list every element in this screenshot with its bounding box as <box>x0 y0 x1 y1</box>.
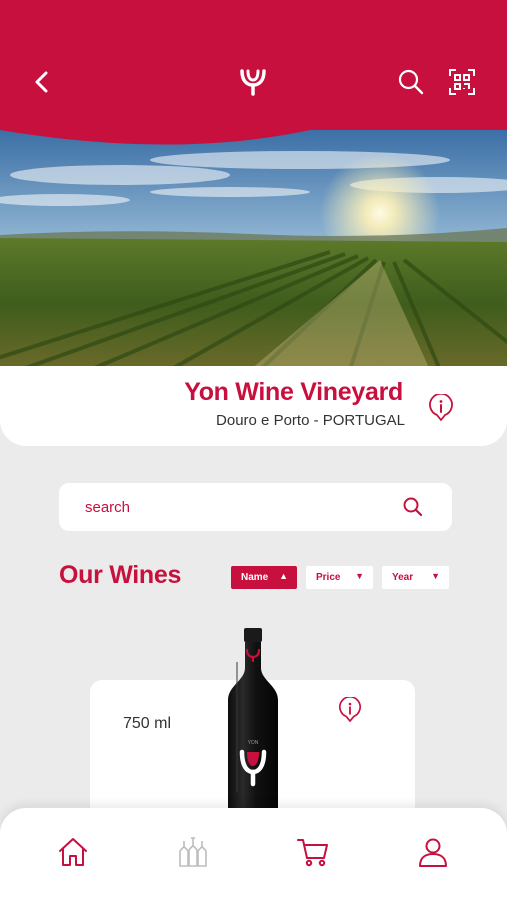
search-box <box>59 483 452 531</box>
sort-up-icon: ▲ <box>279 571 288 581</box>
glass-logo-icon <box>240 69 266 96</box>
bottle-label-text: YON <box>248 740 259 746</box>
bottom-navigation <box>0 808 507 900</box>
sort-price-label: Price <box>316 572 341 583</box>
qr-scan-icon <box>449 69 475 95</box>
sort-price-button[interactable]: Price ▼ <box>306 566 373 589</box>
info-pin-icon <box>429 392 453 421</box>
nav-wines[interactable] <box>175 834 211 870</box>
search-icon <box>403 497 423 517</box>
sort-name-button[interactable]: Name ▲ <box>231 566 297 589</box>
wine-volume: 750 ml <box>123 715 172 732</box>
sort-down-icon: ▼ <box>431 571 440 581</box>
scan-button[interactable] <box>442 62 482 102</box>
vineyard-location: Douro e Porto - PORTUGAL <box>216 412 405 429</box>
nav-profile[interactable] <box>415 834 451 870</box>
sort-name-label: Name <box>241 572 269 583</box>
search-icon <box>398 69 424 95</box>
cart-icon <box>297 839 328 867</box>
vineyard-name: Yon Wine Vineyard <box>184 378 403 406</box>
vineyard-info-card: Yon Wine Vineyard Douro e Porto - PORTUG… <box>0 366 507 446</box>
header-wave <box>0 110 507 145</box>
info-pin-icon <box>339 696 361 722</box>
chevron-left-icon <box>35 71 48 93</box>
app-logo <box>233 62 273 102</box>
search-submit-button[interactable] <box>401 495 425 519</box>
sort-year-label: Year <box>392 572 414 583</box>
back-button[interactable] <box>22 62 62 102</box>
bottles-icon <box>179 837 207 867</box>
nav-home[interactable] <box>55 834 91 870</box>
header-search-button[interactable] <box>391 62 431 102</box>
sort-down-icon: ▼ <box>355 571 364 581</box>
wine-bottle-image[interactable]: YON <box>224 628 282 813</box>
wine-info-button[interactable] <box>338 696 362 723</box>
sort-year-button[interactable]: Year ▼ <box>382 566 449 589</box>
home-icon <box>59 838 87 866</box>
wine-bottle-icon: YON <box>228 628 278 813</box>
search-input[interactable] <box>85 497 385 517</box>
nav-cart[interactable] <box>295 834 331 870</box>
user-icon <box>419 838 447 867</box>
vineyard-info-button[interactable] <box>428 392 454 422</box>
section-title: Our Wines <box>59 561 182 589</box>
